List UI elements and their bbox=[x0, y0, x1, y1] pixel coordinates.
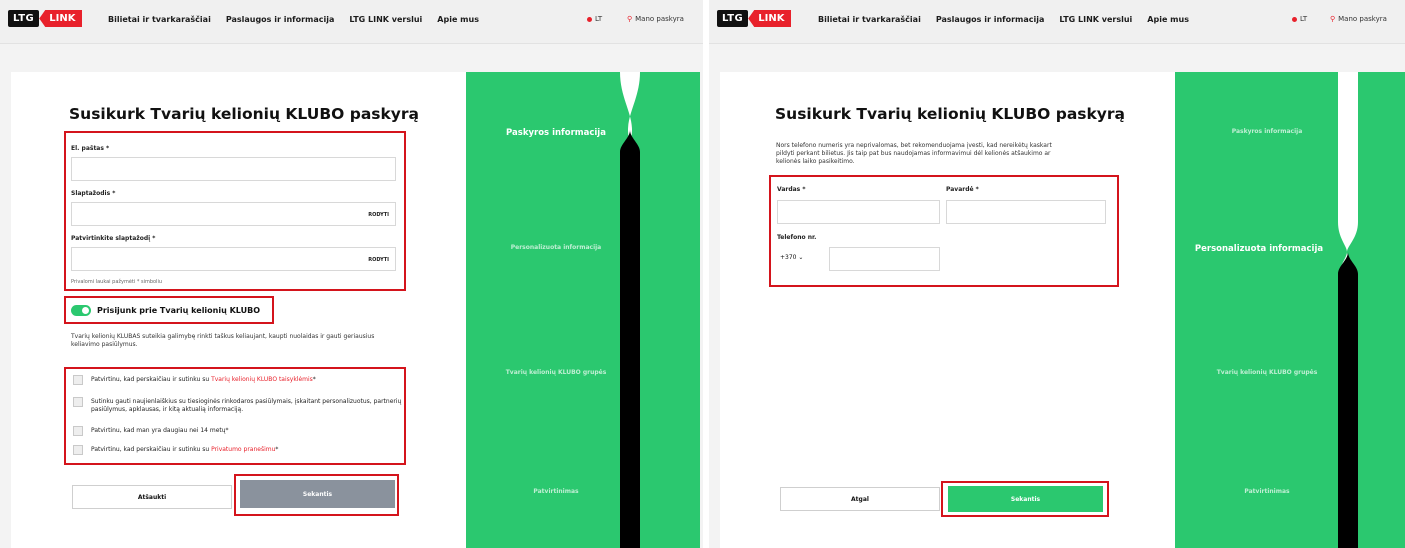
nav-services[interactable]: Paslaugos ir informacija bbox=[226, 15, 335, 24]
main-nav: Bilietai ir tvarkaraščiai Paslaugos ir i… bbox=[108, 15, 479, 24]
privacy-notice-link[interactable]: Privatumo pranešimu bbox=[211, 446, 275, 453]
page-title: Susikurk Tvarių kelionių KLUBO paskyrą bbox=[69, 105, 420, 123]
club-toggle[interactable] bbox=[71, 305, 91, 316]
user-icon: ⚲ bbox=[1330, 15, 1336, 23]
nav-business[interactable]: LTG LINK verslui bbox=[1059, 15, 1132, 24]
page-title: Susikurk Tvarių kelionių KLUBO paskyrą bbox=[775, 105, 1126, 123]
nav-tickets[interactable]: Bilietai ir tvarkaraščiai bbox=[108, 15, 211, 24]
logo-ltg: LTG bbox=[8, 10, 40, 27]
cancel-button[interactable]: Atšaukti bbox=[72, 485, 232, 509]
nav-tickets[interactable]: Bilietai ir tvarkaraščiai bbox=[818, 15, 921, 24]
age-text: Patvirtinu, kad man yra daugiau nei 14 m… bbox=[91, 427, 229, 434]
nav-services[interactable]: Paslaugos ir informacija bbox=[936, 15, 1045, 24]
age-checkbox[interactable] bbox=[73, 426, 83, 436]
logo-ltg: LTG bbox=[717, 10, 749, 27]
next-button-highlight bbox=[941, 481, 1109, 517]
screen-personal-info: LTG LINK Bilietai ir tvarkaraščiai Pasla… bbox=[709, 0, 1405, 548]
steps-panel: Paskyros informacija Personalizuota info… bbox=[1175, 72, 1405, 548]
top-navigation-bar: LTG LINK Bilietai ir tvarkaraščiai Pasla… bbox=[709, 0, 1405, 44]
progress-track bbox=[1338, 72, 1358, 548]
ltg-link-logo[interactable]: LTG LINK bbox=[8, 10, 83, 27]
step-club-groups: Tvarių kelionių KLUBO grupės bbox=[505, 369, 607, 376]
nav-about[interactable]: Apie mus bbox=[437, 15, 479, 24]
club-description: Tvarių kelionių KLUBAS suteikia galimybę… bbox=[71, 333, 375, 348]
next-button-highlight bbox=[234, 474, 399, 516]
language-switch[interactable]: LT bbox=[587, 15, 602, 23]
globe-icon bbox=[587, 16, 592, 22]
newsletter-text: Sutinku gauti naujienlaiškius su tiesiog… bbox=[91, 398, 402, 413]
progress-track-fill bbox=[620, 130, 640, 548]
confirm-password-label: Patvirtinkite slaptažodį * bbox=[71, 235, 156, 242]
last-name-input[interactable] bbox=[946, 200, 1106, 224]
step-confirmation: Patvirtinimas bbox=[533, 488, 579, 495]
ltg-link-logo[interactable]: LTG LINK bbox=[717, 10, 792, 27]
chevron-down-icon: ⌄ bbox=[798, 254, 804, 261]
logo-link: LINK bbox=[39, 10, 83, 27]
step-club-groups: Tvarių kelionių KLUBO grupės bbox=[1216, 369, 1318, 376]
step-personal-info: Personalizuota informacija bbox=[1194, 244, 1324, 254]
first-name-label: Vardas * bbox=[777, 186, 806, 193]
terms-text: Patvirtinu, kad perskaičiau ir sutinku s… bbox=[91, 376, 316, 383]
phone-input[interactable] bbox=[829, 247, 940, 271]
password-input[interactable]: RODYTI bbox=[71, 202, 396, 226]
first-name-input[interactable] bbox=[777, 200, 940, 224]
phone-label: Telefono nr. bbox=[777, 234, 817, 241]
show-confirm-password-toggle[interactable]: RODYTI bbox=[368, 257, 389, 263]
step-confirmation: Patvirtinimas bbox=[1244, 488, 1290, 495]
step-personal-info: Personalizuota informacija bbox=[510, 244, 602, 251]
nav-about[interactable]: Apie mus bbox=[1147, 15, 1189, 24]
newsletter-checkbox[interactable] bbox=[73, 397, 83, 407]
password-label: Slaptažodis * bbox=[71, 190, 116, 197]
form-card: Susikurk Tvarių kelionių KLUBO paskyrą N… bbox=[720, 72, 1175, 548]
steps-panel: Paskyros informacija Personalizuota info… bbox=[466, 72, 700, 548]
nav-business[interactable]: LTG LINK verslui bbox=[349, 15, 422, 24]
terms-checkbox[interactable] bbox=[73, 375, 83, 385]
email-label: El. paštas * bbox=[71, 145, 110, 152]
language-switch[interactable]: LT bbox=[1292, 15, 1307, 23]
privacy-checkbox[interactable] bbox=[73, 445, 83, 455]
dial-code-select[interactable]: +370 ⌄ bbox=[780, 254, 803, 261]
show-password-toggle[interactable]: RODYTI bbox=[368, 212, 389, 218]
personal-fields-highlight bbox=[769, 175, 1119, 287]
logo-link: LINK bbox=[748, 10, 792, 27]
top-navigation-bar: LTG LINK Bilietai ir tvarkaraščiai Pasla… bbox=[0, 0, 703, 44]
progress-track-fill bbox=[1338, 252, 1358, 548]
club-toggle-label: Prisijunk prie Tvarių kelionių KLUBO bbox=[97, 306, 260, 315]
confirm-password-input[interactable]: RODYTI bbox=[71, 247, 396, 271]
main-nav: Bilietai ir tvarkaraščiai Paslaugos ir i… bbox=[818, 15, 1189, 24]
privacy-text: Patvirtinu, kad perskaičiau ir sutinku s… bbox=[91, 446, 279, 453]
user-icon: ⚲ bbox=[627, 15, 633, 23]
email-input[interactable] bbox=[71, 157, 396, 181]
my-account-link[interactable]: ⚲ Mano paskyra bbox=[1330, 15, 1387, 23]
back-button[interactable]: Atgal bbox=[780, 487, 940, 511]
step-account-info: Paskyros informacija bbox=[1231, 128, 1303, 135]
globe-icon bbox=[1292, 16, 1297, 22]
progress-track bbox=[620, 72, 640, 548]
screen-account-info: LTG LINK Bilietai ir tvarkaraščiai Pasla… bbox=[0, 0, 703, 548]
last-name-label: Pavardė * bbox=[946, 186, 979, 193]
club-rules-link[interactable]: Tvarių kelionių KLUBO taisyklėmis bbox=[211, 376, 313, 383]
phone-intro-text: Nors telefono numeris yra neprivalomas, … bbox=[776, 142, 1052, 165]
required-fields-hint: Privalomi laukai pažymėti * simboliu bbox=[71, 279, 163, 285]
step-account-info: Paskyros informacija bbox=[506, 128, 606, 138]
my-account-link[interactable]: ⚲ Mano paskyra bbox=[627, 15, 684, 23]
form-card: Susikurk Tvarių kelionių KLUBO paskyrą E… bbox=[11, 72, 466, 548]
